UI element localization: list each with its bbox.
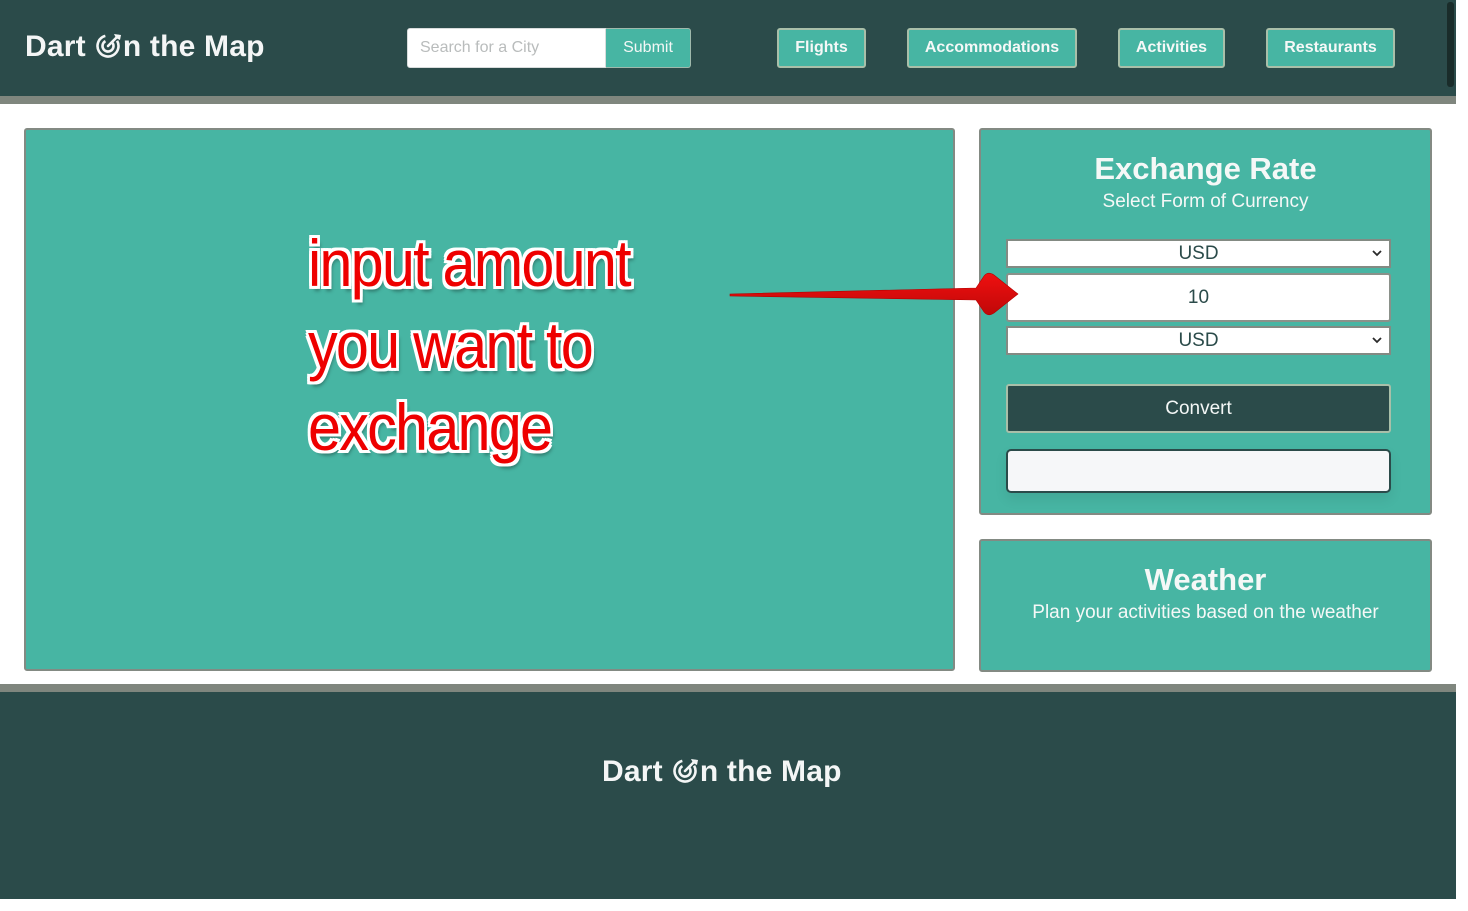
- annotation-line: exchange: [308, 390, 553, 464]
- scrollbar-thumb[interactable]: [1447, 2, 1454, 87]
- brand-logo[interactable]: Dart n the Map: [25, 30, 265, 64]
- chevron-down-icon: [1372, 337, 1382, 344]
- nav-activities-button[interactable]: Activities: [1118, 28, 1225, 68]
- arrow-right-icon: [729, 272, 1019, 316]
- dart-target-icon: [673, 759, 698, 783]
- city-search-input[interactable]: [407, 28, 606, 68]
- weather-card: Weather Plan your activities based on th…: [979, 539, 1432, 672]
- from-currency-value: USD: [1178, 242, 1219, 264]
- header: Dart n the Map Submit Flights Accommodat…: [0, 0, 1456, 96]
- weather-subtitle: Plan your activities based on the weathe…: [1032, 602, 1379, 623]
- footer-brand-prefix: Dart: [602, 755, 663, 788]
- nav-restaurants-button[interactable]: Restaurants: [1266, 28, 1395, 68]
- chevron-down-icon: [1372, 250, 1382, 257]
- annotation-line: input amount: [308, 226, 632, 300]
- to-currency-value: USD: [1178, 329, 1219, 351]
- submit-button[interactable]: Submit: [606, 28, 691, 68]
- nav-flights-button[interactable]: Flights: [777, 28, 866, 68]
- footer-brand-suffix: n the Map: [699, 755, 842, 788]
- footer-divider: [0, 684, 1456, 692]
- amount-input[interactable]: [1006, 273, 1391, 322]
- nav-accommodations-button[interactable]: Accommodations: [907, 28, 1077, 68]
- brand-prefix: Dart: [25, 30, 86, 63]
- annotation-line: you want to: [308, 308, 594, 382]
- city-search-form: Submit: [407, 28, 691, 68]
- weather-title: Weather: [1144, 562, 1267, 597]
- to-currency-select[interactable]: USD: [1006, 326, 1391, 355]
- exchange-rate-card: Exchange Rate Select Form of Currency US…: [979, 128, 1432, 515]
- brand-suffix: n the Map: [122, 30, 265, 63]
- footer-brand-logo: Dart n the Map: [602, 755, 842, 789]
- dart-target-icon: [96, 34, 121, 58]
- exchange-rate-title: Exchange Rate: [1094, 151, 1317, 186]
- header-divider: [0, 96, 1456, 104]
- from-currency-select[interactable]: USD: [1006, 239, 1391, 268]
- conversion-result-field: [1006, 449, 1391, 493]
- convert-button[interactable]: Convert: [1006, 384, 1391, 433]
- annotation-callout-text: input amount you want to exchange: [308, 222, 632, 468]
- page: Dart n the Map Submit Flights Accommodat…: [0, 0, 1456, 899]
- exchange-rate-subtitle: Select Form of Currency: [1102, 191, 1309, 212]
